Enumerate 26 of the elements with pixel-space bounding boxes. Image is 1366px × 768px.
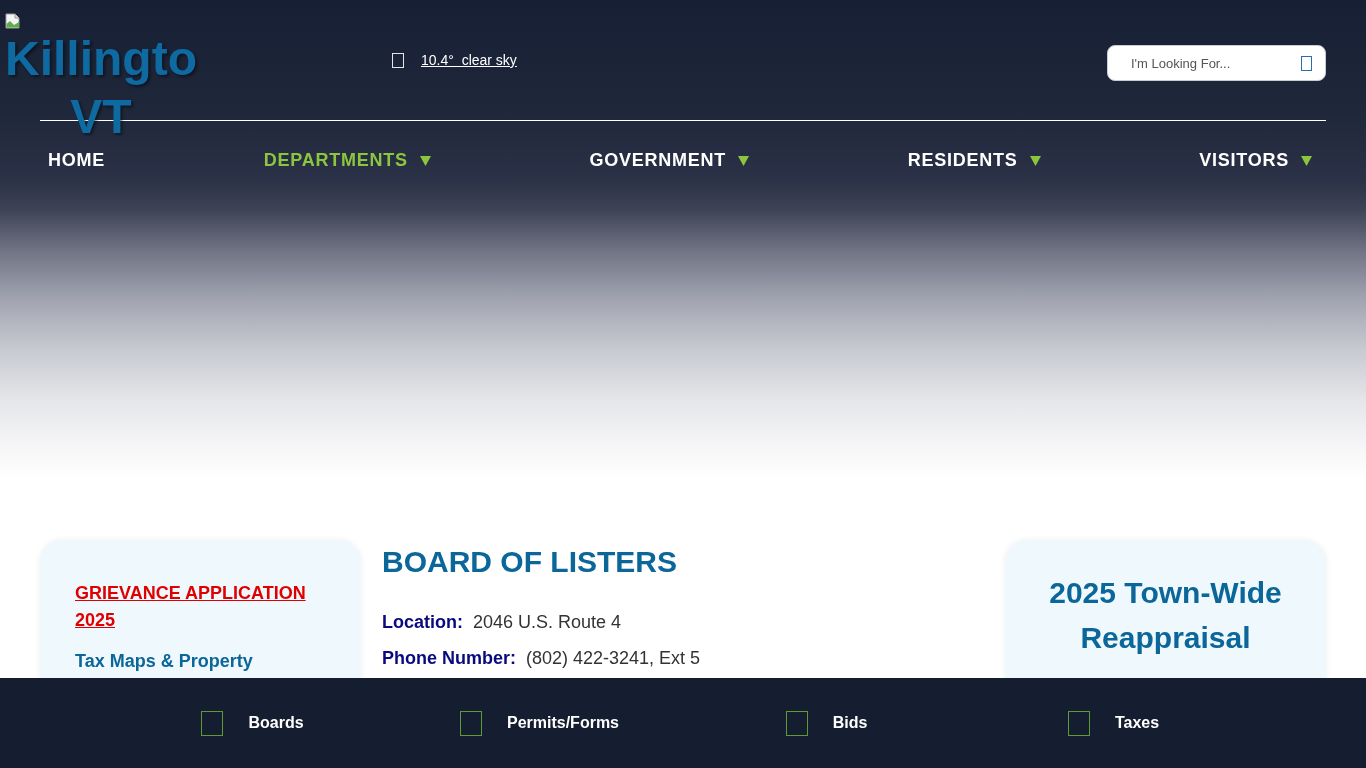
feature-title[interactable]: 2025 Town-Wide Reappraisal (1025, 570, 1306, 660)
detail-label: Location: (382, 611, 463, 634)
detail-value: (802) 422-3241, Ext 5 (526, 647, 701, 670)
nav-link[interactable]: DEPARTMENTS (263, 150, 431, 170)
footer-link[interactable]: Bids (785, 710, 868, 736)
nav-link[interactable]: HOME (48, 150, 105, 170)
glyph-box-icon (785, 710, 808, 736)
glyph-box-icon[interactable] (1301, 56, 1312, 71)
footer-link[interactable]: Permits/Forms (459, 710, 619, 736)
sidebar-link[interactable]: GRIEVANCE APPLICATION 2025 (75, 580, 326, 634)
broken-image-icon (5, 13, 21, 29)
weather-link[interactable]: 10.4° clear sky (421, 51, 517, 69)
glyph-box-icon (459, 710, 482, 736)
nav-link[interactable]: RESIDENTS (907, 150, 1041, 170)
glyph-box-icon (201, 710, 224, 736)
search-field[interactable]: I'm Looking For... (1107, 45, 1326, 81)
footer-link[interactable]: Boards (201, 710, 304, 736)
detail-value: 2046 U.S. Route 4 (473, 611, 622, 634)
nav-link[interactable]: VISITORS (1199, 150, 1312, 170)
glyph-box-icon (392, 52, 404, 68)
nav-link[interactable]: GOVERNMENT (589, 150, 749, 170)
glyph-box-icon (1067, 710, 1090, 736)
footer-link[interactable]: Taxes (1067, 710, 1160, 736)
detail-label: Phone Number: (382, 647, 516, 670)
page-title: BOARD OF LISTERS (382, 544, 678, 580)
sidebar-link[interactable]: Tax Maps & Property (75, 648, 253, 675)
